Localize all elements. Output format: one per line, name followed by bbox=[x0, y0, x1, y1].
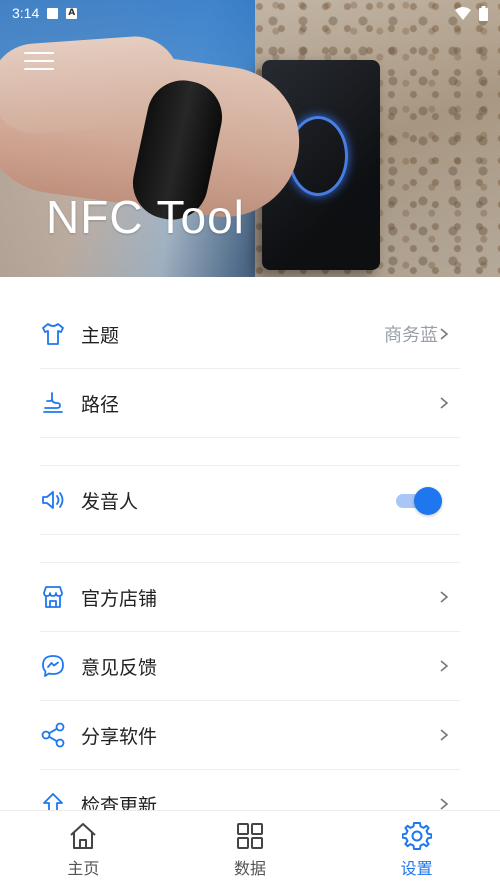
section-divider bbox=[40, 535, 460, 563]
share-icon bbox=[40, 722, 66, 748]
feedback-row[interactable]: 意见反馈 bbox=[40, 632, 460, 701]
store-label: 官方店铺 bbox=[81, 587, 158, 610]
chevron-right-icon bbox=[440, 729, 449, 741]
path-label: 路径 bbox=[81, 393, 120, 416]
grid-icon bbox=[237, 822, 263, 849]
theme-value: 商务蓝 bbox=[384, 325, 438, 346]
nav-settings-label: 设置 bbox=[400, 858, 433, 878]
bottom-nav: 主页 数据 设置 bbox=[0, 810, 500, 888]
nav-settings[interactable]: 设置 bbox=[333, 811, 500, 888]
speaker-toggle[interactable] bbox=[396, 487, 442, 515]
settings-screen: 3:14 A NFC Tool 主题 商务蓝 路径 发音人 官方店铺 意见反馈 … bbox=[0, 0, 500, 888]
gear-icon bbox=[401, 821, 432, 850]
wifi-icon bbox=[455, 6, 471, 20]
chevron-right-icon bbox=[440, 591, 449, 603]
chevron-right-icon bbox=[440, 397, 449, 409]
feedback-label: 意见反馈 bbox=[81, 656, 158, 679]
store-icon bbox=[40, 584, 66, 610]
speaker-row[interactable]: 发音人 bbox=[40, 466, 460, 535]
path-row[interactable]: 路径 bbox=[40, 369, 460, 438]
status-bar: 3:14 A bbox=[0, 0, 500, 26]
share-row[interactable]: 分享软件 bbox=[40, 701, 460, 770]
chevron-right-icon bbox=[440, 798, 449, 810]
chevron-right-icon bbox=[440, 328, 449, 340]
image-notification-icon bbox=[47, 7, 59, 19]
home-icon bbox=[70, 822, 97, 849]
status-time: 3:14 bbox=[12, 5, 40, 21]
store-row[interactable]: 官方店铺 bbox=[40, 563, 460, 632]
path-icon bbox=[40, 390, 66, 416]
settings-list: 主题 商务蓝 路径 发音人 官方店铺 意见反馈 分享软件 检查更新 bbox=[0, 300, 500, 839]
chevron-right-icon bbox=[440, 660, 449, 672]
share-label: 分享软件 bbox=[81, 725, 158, 748]
hamburger-icon-line bbox=[24, 52, 54, 54]
theme-row[interactable]: 主题 商务蓝 bbox=[40, 300, 460, 369]
app-title: NFC Tool bbox=[46, 191, 245, 243]
tshirt-icon bbox=[40, 321, 66, 347]
nav-home-label: 主页 bbox=[67, 858, 100, 878]
theme-label: 主题 bbox=[81, 324, 120, 347]
letter-notification-icon: A bbox=[66, 7, 78, 19]
section-divider bbox=[40, 438, 460, 466]
battery-icon bbox=[479, 5, 488, 21]
messenger-icon bbox=[40, 653, 66, 679]
nav-home[interactable]: 主页 bbox=[0, 811, 167, 888]
nav-data-label: 数据 bbox=[234, 858, 267, 878]
speaker-label: 发音人 bbox=[81, 490, 139, 513]
nav-data[interactable]: 数据 bbox=[167, 811, 334, 888]
menu-button[interactable] bbox=[24, 52, 54, 76]
speaker-icon bbox=[40, 487, 66, 513]
